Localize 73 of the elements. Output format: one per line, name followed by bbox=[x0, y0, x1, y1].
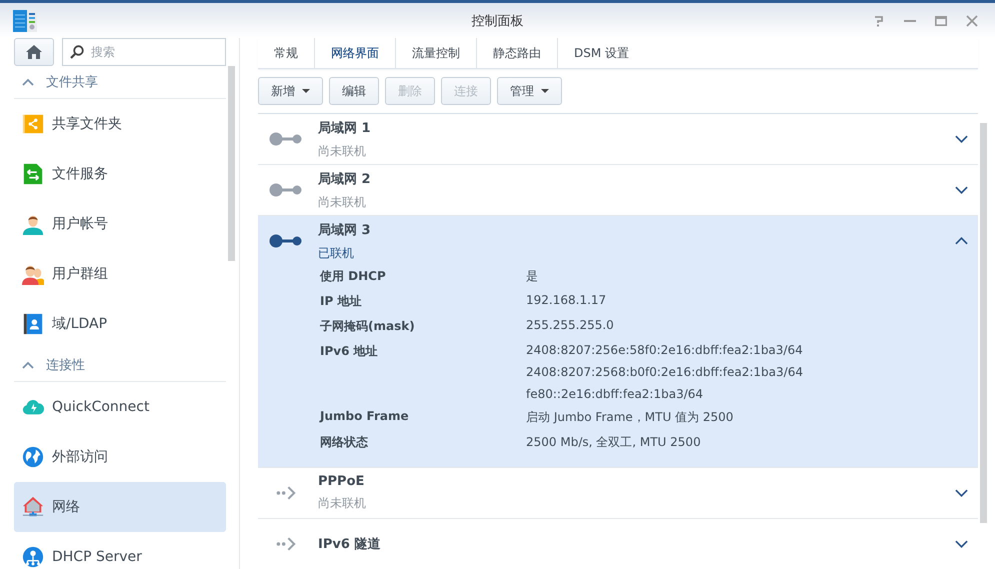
home-button[interactable] bbox=[14, 38, 54, 66]
detail-value: 是 bbox=[526, 268, 539, 285]
detail-label: 网络状态 bbox=[320, 434, 369, 451]
search-icon bbox=[70, 45, 84, 59]
section-header[interactable]: 连接性 bbox=[14, 349, 226, 382]
maximize-icon[interactable] bbox=[935, 14, 947, 26]
detail-label: IPv6 地址 bbox=[320, 343, 379, 360]
sidebar-item[interactable]: QuickConnect bbox=[14, 382, 226, 432]
tab[interactable]: 静态路由 bbox=[477, 38, 558, 68]
tab[interactable]: DSM 设置 bbox=[558, 38, 646, 68]
folder-icon bbox=[22, 113, 44, 135]
contact-card-icon bbox=[22, 313, 44, 335]
interface-row[interactable] bbox=[258, 216, 978, 468]
chevron-icon bbox=[22, 361, 34, 369]
toolbar-button[interactable]: 新增 bbox=[258, 77, 323, 105]
interface-name: 局域网 1 bbox=[318, 120, 372, 136]
interface-name: PPPoE bbox=[318, 474, 366, 489]
globe-icon bbox=[22, 446, 44, 468]
user-icon bbox=[22, 213, 44, 235]
sidebar-item[interactable]: DHCP Server bbox=[14, 532, 226, 569]
detail-label: IP 地址 bbox=[320, 293, 362, 310]
detail-label: 子网掩码(mask) bbox=[320, 318, 416, 335]
sidebar-item[interactable]: 外部访问 bbox=[14, 432, 226, 482]
interface-name: 局域网 3 bbox=[318, 222, 372, 238]
interface-status: 已联机 bbox=[318, 244, 355, 262]
sidebar-item[interactable]: 域/LDAP bbox=[14, 299, 226, 349]
detail-label: 使用 DHCP bbox=[320, 268, 387, 285]
control-panel-icon bbox=[13, 8, 37, 32]
toolbar-button[interactable]: 管理 bbox=[497, 77, 562, 105]
detail-value: 255.255.255.0 bbox=[526, 318, 615, 332]
sidebar-item[interactable]: 共享文件夹 bbox=[14, 99, 226, 149]
chevron-icon[interactable] bbox=[955, 135, 968, 143]
interface-status: 尚未联机 bbox=[318, 495, 367, 512]
detail-value: 2500 Mb/s, 全双工, MTU 2500 bbox=[526, 434, 702, 451]
sidebar-item[interactable]: 文件服务 bbox=[14, 149, 226, 199]
scrollbar-thumb[interactable] bbox=[228, 66, 235, 261]
interface-status: 尚未联机 bbox=[318, 194, 367, 210]
detail-value: 2408:8207:256e:58f0:2e16:dbff:fea2:1ba3/64 bbox=[526, 343, 804, 357]
chevron-icon[interactable] bbox=[955, 540, 968, 548]
section-header[interactable]: 文件共享 bbox=[14, 66, 226, 99]
tab[interactable]: 网络界面 bbox=[315, 38, 396, 68]
interface-status: 尚未联机 bbox=[318, 142, 367, 160]
toolbar-button[interactable]: 编辑 bbox=[329, 77, 379, 105]
sidebar-item[interactable]: 用户群组 bbox=[14, 249, 226, 299]
sidebar-item[interactable]: 网络 bbox=[14, 482, 226, 532]
detail-value: 启动 Jumbo Frame，MTU 值为 2500 bbox=[526, 409, 734, 426]
detail-value: 192.168.1.17 bbox=[526, 293, 608, 307]
interface-name: 局域网 2 bbox=[318, 170, 372, 188]
tab[interactable]: 流量控制 bbox=[396, 38, 477, 68]
interface-name: IPv6 隧道 bbox=[318, 536, 382, 553]
detail-value: 2408:8207:2568:b0f0:2e16:dbff:fea2:1ba3/64 bbox=[526, 365, 804, 379]
scrollbar-thumb[interactable] bbox=[980, 123, 987, 523]
file-arrows-icon bbox=[22, 163, 44, 185]
interface-row[interactable]: 局域网 1 尚未联机 bbox=[258, 114, 978, 165]
chevron-icon[interactable] bbox=[955, 237, 968, 245]
interface-row[interactable]: IPv6 隧道 bbox=[258, 519, 978, 569]
sidebar-item[interactable]: 用户帐号 bbox=[14, 199, 226, 249]
house-network-icon bbox=[22, 496, 44, 518]
home-icon bbox=[26, 45, 42, 59]
interface-row[interactable]: PPPoE 尚未联机 bbox=[258, 468, 978, 519]
caret-icon bbox=[541, 89, 549, 93]
search-field[interactable]: 搜索 bbox=[62, 38, 226, 66]
caret-icon bbox=[302, 89, 310, 93]
user-group-icon bbox=[22, 263, 44, 285]
chevron-icon[interactable] bbox=[955, 489, 968, 497]
chevron-icon[interactable] bbox=[955, 186, 968, 194]
window-title: 控制面板 bbox=[472, 12, 524, 30]
tab[interactable]: 常规 bbox=[258, 38, 315, 68]
chevron-icon bbox=[22, 78, 34, 86]
close-icon[interactable] bbox=[966, 14, 978, 26]
detail-value: fe80::2e16:dbff:fea2:1ba3/64 bbox=[526, 387, 704, 401]
help-icon[interactable] bbox=[873, 14, 885, 26]
detail-label: Jumbo Frame bbox=[320, 409, 410, 425]
